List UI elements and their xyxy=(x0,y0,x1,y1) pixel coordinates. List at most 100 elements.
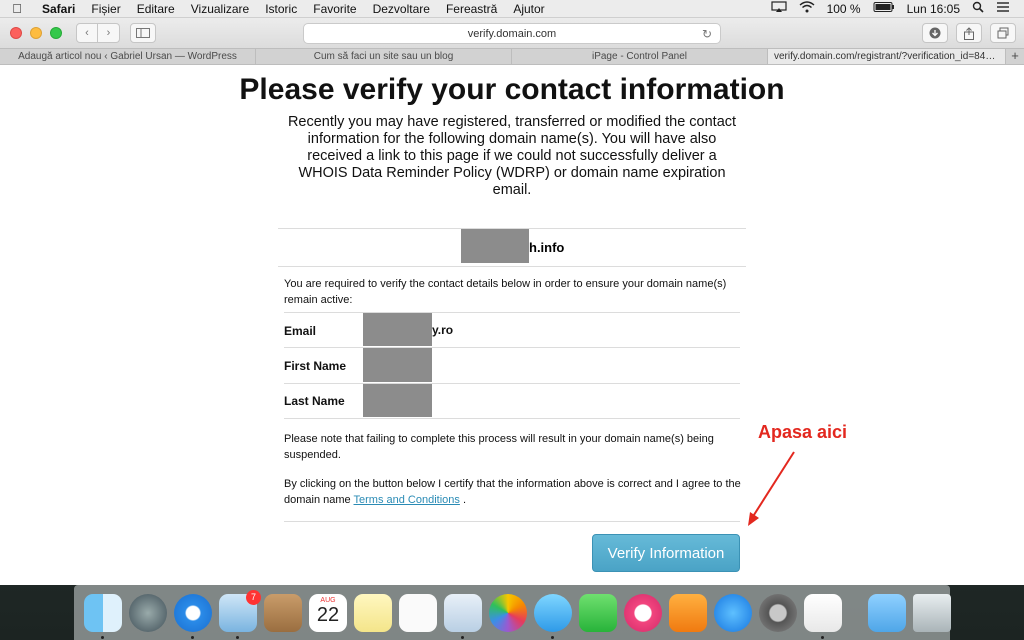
address-bar-url: verify.domain.com xyxy=(467,27,557,40)
redacted-domain-block xyxy=(461,229,529,263)
verify-information-button[interactable]: Verify Information xyxy=(592,534,740,572)
system-preferences-icon[interactable] xyxy=(759,593,797,632)
close-window-button[interactable] xyxy=(10,27,22,39)
safari-window: ‹ › verify.domain.com ↻ Adaugă articol n… xyxy=(0,18,1024,585)
preview-icon[interactable] xyxy=(444,593,482,639)
email-label: Email xyxy=(284,324,317,338)
finder-icon[interactable] xyxy=(84,593,122,639)
tab-bar: Adaugă articol nou ‹ Gabriel Ursan — Wor… xyxy=(0,48,1024,65)
running-indicator xyxy=(236,635,239,639)
launchpad-icon[interactable] xyxy=(129,593,167,632)
itunes-icon[interactable] xyxy=(624,593,662,632)
app-store-icon[interactable] xyxy=(714,593,752,632)
chevron-left-icon: ‹ xyxy=(85,27,89,39)
messages-icon[interactable] xyxy=(534,593,572,639)
running-indicator xyxy=(551,635,554,639)
numbers-icon[interactable] xyxy=(804,593,842,639)
notes-icon[interactable] xyxy=(354,593,392,632)
sidebar-icon xyxy=(136,28,150,38)
downloads-button[interactable] xyxy=(922,23,948,43)
airplay-icon[interactable] xyxy=(765,1,793,16)
download-icon xyxy=(929,27,941,39)
browser-toolbar: ‹ › verify.domain.com ↻ xyxy=(0,18,1024,48)
menu-view[interactable]: Vizualizare xyxy=(183,2,257,16)
minimize-window-button[interactable] xyxy=(30,27,42,39)
last-name-label: Last Name xyxy=(284,394,345,408)
mail-icon[interactable]: 7 xyxy=(219,589,261,639)
wifi-icon[interactable] xyxy=(793,1,821,16)
facetime-icon[interactable] xyxy=(579,593,617,632)
calendar-month: AUG xyxy=(320,596,336,604)
address-bar[interactable]: verify.domain.com ↻ xyxy=(303,23,721,44)
mail-badge: 7 xyxy=(246,589,261,605)
battery-icon[interactable] xyxy=(867,1,901,16)
sidebar-toggle-button[interactable] xyxy=(130,23,156,43)
running-indicator xyxy=(191,635,194,639)
reload-icon[interactable]: ↻ xyxy=(702,27,712,41)
page-title: Please verify your contact information xyxy=(239,73,785,106)
intro-text: Recently you may have registered, transf… xyxy=(287,114,737,198)
menu-window[interactable]: Fereastră xyxy=(438,2,505,16)
divider xyxy=(284,347,740,348)
suspension-note: Please note that failing to complete thi… xyxy=(284,433,714,461)
divider xyxy=(284,312,740,313)
ibooks-icon[interactable] xyxy=(669,593,707,632)
new-tab-button[interactable]: + xyxy=(1006,49,1024,64)
photos-icon[interactable] xyxy=(489,593,527,632)
redacted-first-name-block xyxy=(363,348,432,382)
menu-help[interactable]: Ajutor xyxy=(505,2,552,16)
certify-text: By clicking on the button below I certif… xyxy=(284,476,744,508)
calendar-day: 22 xyxy=(316,603,340,626)
divider xyxy=(284,418,740,419)
menu-app-name[interactable]: Safari xyxy=(34,2,83,16)
terms-and-conditions-link[interactable]: Terms and Conditions xyxy=(354,494,460,506)
spotlight-icon[interactable] xyxy=(966,1,990,16)
email-value: y.ro xyxy=(432,323,454,337)
calendar-icon[interactable]: AUG 22 xyxy=(309,593,347,632)
forward-button[interactable]: › xyxy=(98,23,120,43)
redacted-email-block xyxy=(363,313,432,346)
menu-favorites[interactable]: Favorite xyxy=(305,2,364,16)
menu-file[interactable]: Fișier xyxy=(83,2,128,16)
apple-icon[interactable]:  xyxy=(0,1,34,16)
show-tabs-button[interactable] xyxy=(990,23,1016,43)
tab-verify-domain[interactable]: verify.domain.com/registrant/?verificati… xyxy=(768,49,1006,64)
contacts-icon[interactable] xyxy=(264,593,302,632)
running-indicator xyxy=(101,635,104,639)
divider xyxy=(284,521,740,522)
menu-bar:  Safari Fișier Editare Vizualizare Isto… xyxy=(0,0,1024,18)
page-content: Please verify your contact information R… xyxy=(0,66,1024,585)
menu-develop[interactable]: Dezvoltare xyxy=(365,2,438,16)
annotation-arrow-icon xyxy=(748,451,795,526)
tab-wordpress[interactable]: Adaugă articol nou ‹ Gabriel Ursan — Wor… xyxy=(0,49,256,64)
battery-percent[interactable]: 100 % xyxy=(821,2,867,16)
chevron-right-icon: › xyxy=(106,27,111,39)
menu-history[interactable]: Istoric xyxy=(257,2,305,16)
certify-prefix: By clicking on the button below I certif… xyxy=(284,478,741,506)
back-button[interactable]: ‹ xyxy=(76,23,98,43)
safari-icon[interactable] xyxy=(174,593,212,639)
running-indicator xyxy=(461,635,464,639)
first-name-label: First Name xyxy=(284,359,347,373)
tabs-overview-icon xyxy=(997,27,1009,39)
divider xyxy=(284,383,740,384)
share-button[interactable] xyxy=(956,23,982,43)
certify-suffix: . xyxy=(462,494,467,506)
downloads-folder-icon[interactable] xyxy=(868,593,906,632)
fullscreen-window-button[interactable] xyxy=(50,27,62,39)
domain-name: h.info xyxy=(529,240,565,255)
annotation-label: Apasa aici xyxy=(758,422,848,442)
running-indicator xyxy=(821,635,824,639)
divider xyxy=(278,266,746,267)
redacted-last-name-block xyxy=(363,384,432,417)
tab-site-blog[interactable]: Cum să faci un site sau un blog xyxy=(256,49,512,64)
dock: 7 AUG 22 xyxy=(74,585,951,640)
notification-center-icon[interactable] xyxy=(990,1,1016,16)
reminders-icon[interactable] xyxy=(399,593,437,632)
trash-icon[interactable] xyxy=(913,593,951,632)
share-icon xyxy=(964,26,974,40)
menu-edit[interactable]: Editare xyxy=(129,2,183,16)
menu-clock[interactable]: Lun 16:05 xyxy=(901,2,966,16)
tab-ipage[interactable]: iPage - Control Panel xyxy=(512,49,768,64)
required-text: You are required to verify the contact d… xyxy=(284,278,727,306)
